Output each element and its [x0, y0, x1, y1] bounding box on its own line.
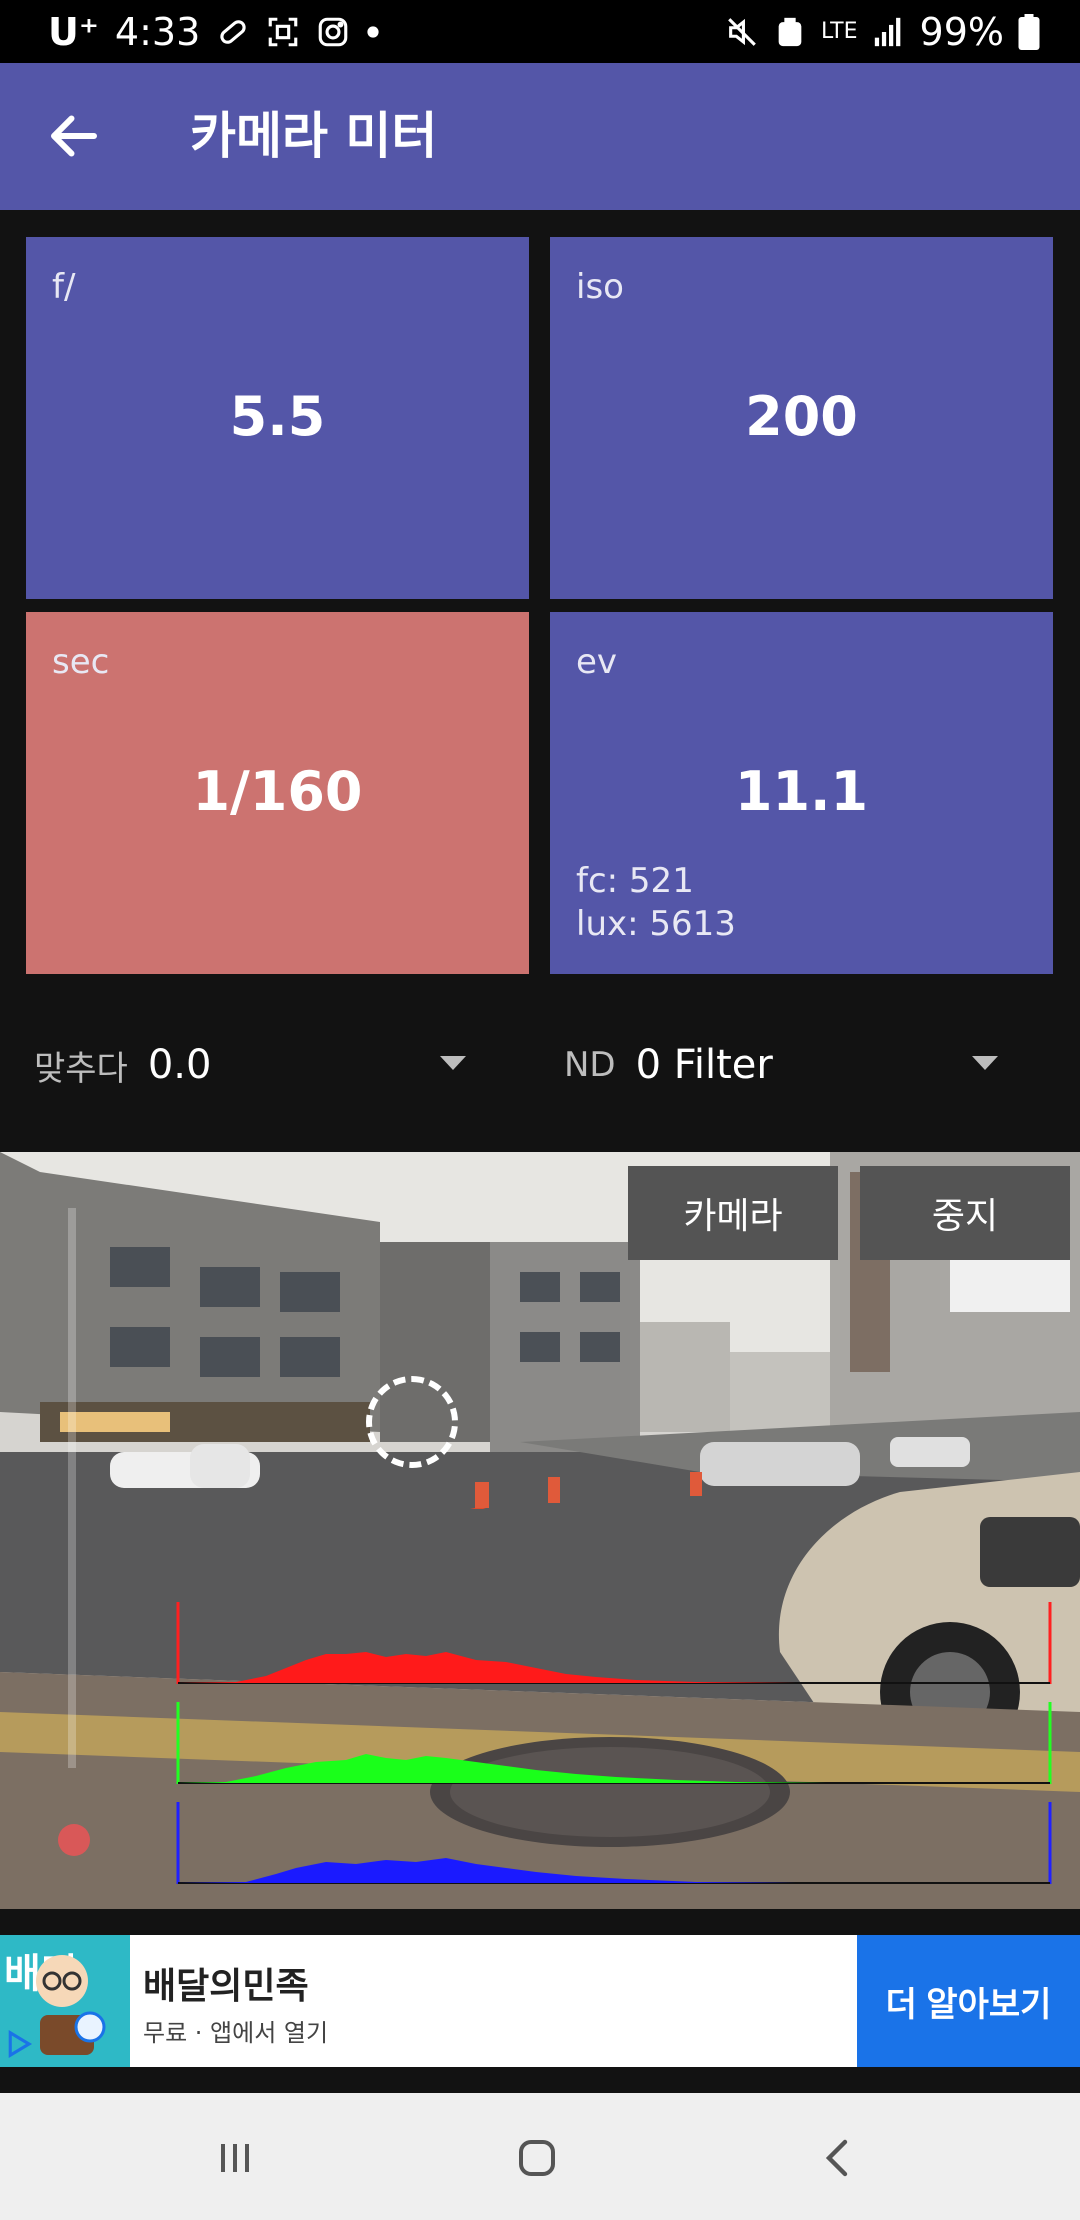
- exposure-slider-track[interactable]: [68, 1208, 76, 1768]
- shutter-label: sec: [52, 642, 110, 682]
- ad-learn-more-button[interactable]: 더 알아보기: [857, 1935, 1080, 2067]
- screenshot-icon: [266, 15, 300, 49]
- home-icon[interactable]: [502, 2123, 572, 2193]
- street-scene-image: [0, 1152, 1080, 1909]
- aperture-card[interactable]: f/ 5.5: [26, 237, 529, 599]
- nd-filter-dropdown[interactable]: ND 0 Filter: [564, 1030, 773, 1100]
- battery-icon: [1018, 14, 1040, 50]
- ad-banner[interactable]: 배민 배달의민족 무료 · 앱에서 열기 더 알아보기: [0, 1935, 1080, 2067]
- stop-button[interactable]: 중지: [860, 1166, 1070, 1260]
- network-type: LTE: [820, 19, 858, 44]
- shutter-card[interactable]: sec 1/160: [26, 612, 529, 974]
- aperture-label: f/: [52, 267, 76, 307]
- nd-value: 0 Filter: [635, 1042, 773, 1088]
- fc-value: fc: 521: [576, 861, 694, 901]
- app-bar: 카메라 미터: [0, 63, 1080, 210]
- aperture-value: 5.5: [229, 385, 326, 448]
- compensation-value: 0.0: [147, 1042, 212, 1088]
- battery-percent: 99%: [919, 10, 1004, 54]
- status-time: 4:33: [114, 10, 201, 54]
- iso-label: iso: [576, 267, 624, 307]
- compensation-dropdown[interactable]: 맞추다 0.0: [34, 1030, 211, 1100]
- compensation-label: 맞추다: [34, 1048, 128, 1089]
- mute-icon: [725, 15, 759, 49]
- lux-value: lux: 5613: [576, 904, 736, 944]
- camera-button[interactable]: 카메라: [628, 1166, 838, 1260]
- system-nav-bar: [0, 2093, 1080, 2220]
- camera-preview[interactable]: 카메라 중지: [0, 1152, 1080, 1909]
- nd-label: ND: [564, 1045, 616, 1085]
- recent-apps-icon[interactable]: [200, 2123, 270, 2193]
- ad-thumbnail[interactable]: 배민: [0, 1935, 130, 2067]
- notification-dot-icon: [366, 25, 380, 39]
- green-histogram: [176, 1702, 1052, 1784]
- red-histogram: [176, 1602, 1052, 1684]
- iso-card[interactable]: iso 200: [550, 237, 1053, 599]
- status-bar: U⁺ 4:33 LTE 99%: [0, 0, 1080, 63]
- signal-icon: [872, 15, 906, 49]
- iso-value: 200: [745, 385, 858, 448]
- ev-card[interactable]: ev 11.1 fc: 521 lux: 5613: [550, 612, 1053, 974]
- ad-choices-icon[interactable]: [4, 2029, 34, 2063]
- back-arrow-icon[interactable]: [44, 106, 104, 166]
- ad-title[interactable]: 배달의민족: [143, 1957, 309, 2009]
- nd-chevron-down-icon[interactable]: [972, 1056, 998, 1070]
- spot-meter-target-icon[interactable]: [366, 1376, 458, 1468]
- exposure-slider-thumb[interactable]: [58, 1824, 90, 1856]
- recycle-icon: [773, 15, 807, 49]
- ev-label: ev: [576, 642, 618, 682]
- back-icon[interactable]: [804, 2123, 874, 2193]
- page-title: 카메라 미터: [190, 107, 438, 165]
- instagram-icon: [316, 15, 350, 49]
- carrier-label: U⁺: [48, 10, 99, 54]
- ad-subtitle: 무료 · 앱에서 열기: [143, 2019, 329, 2047]
- shutter-value: 1/160: [192, 760, 363, 823]
- blue-histogram: [176, 1802, 1052, 1884]
- ev-value: 11.1: [734, 760, 869, 823]
- compensation-chevron-down-icon[interactable]: [440, 1056, 466, 1070]
- pill-icon: [216, 15, 250, 49]
